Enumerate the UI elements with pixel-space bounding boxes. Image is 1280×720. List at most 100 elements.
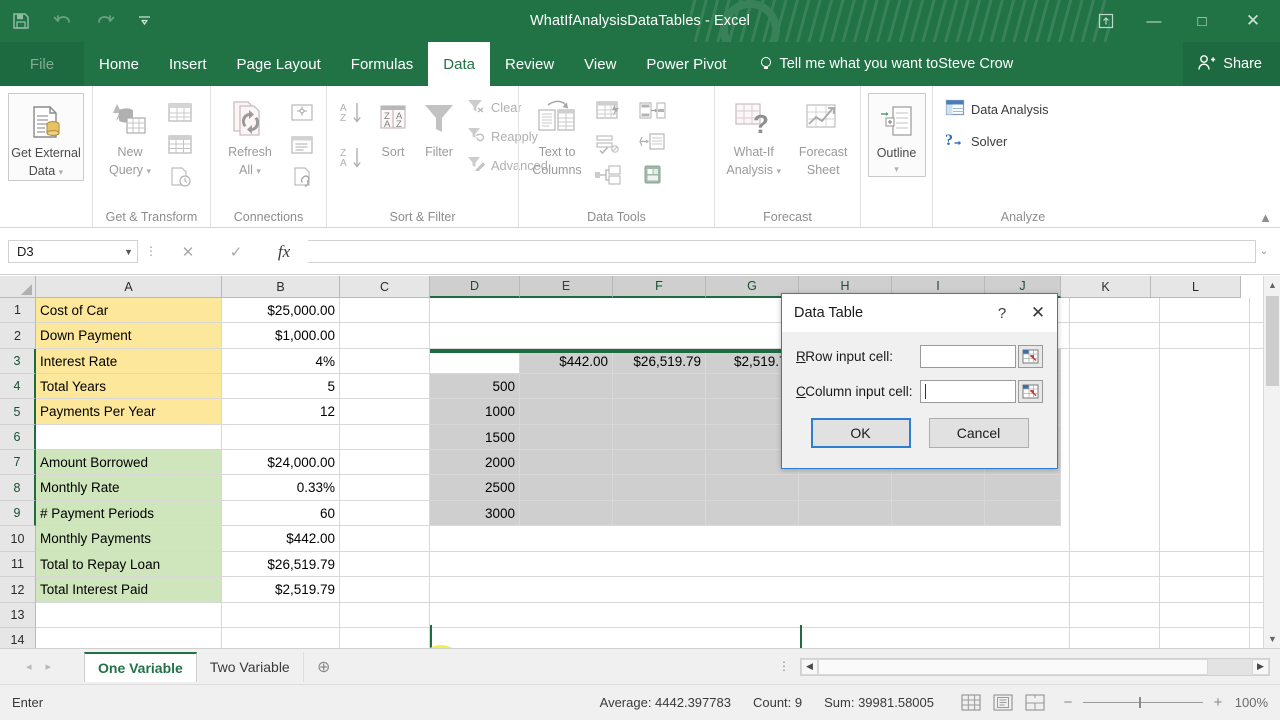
cell-E6[interactable] (520, 425, 613, 450)
cell-F3[interactable]: $26,519.79 (613, 349, 706, 374)
row-header-6[interactable]: 6 (0, 425, 36, 450)
column-header-F[interactable]: F (613, 276, 706, 298)
page-break-view-icon[interactable] (1024, 693, 1046, 713)
tab-view[interactable]: View (569, 42, 631, 86)
cell-A4[interactable]: Total Years (36, 374, 222, 399)
from-table-icon[interactable] (163, 130, 197, 160)
cell-A11[interactable]: Total to Repay Loan (36, 552, 222, 577)
cell-C3[interactable] (340, 349, 430, 374)
cell-F9[interactable] (613, 501, 706, 526)
cell-D3[interactable] (430, 349, 520, 374)
cell-A13[interactable] (36, 603, 222, 628)
ok-button[interactable]: OK (810, 418, 911, 448)
connections-icon[interactable] (285, 98, 319, 128)
ribbon-display-options-icon[interactable] (1082, 0, 1130, 42)
tab-power-pivot[interactable]: Power Pivot (631, 42, 741, 86)
cell-B13[interactable] (222, 603, 340, 628)
cell-C14[interactable] (340, 628, 430, 648)
cell-C8[interactable] (340, 475, 430, 501)
row-header-1[interactable]: 1 (0, 298, 36, 323)
cell-B11[interactable]: $26,519.79 (222, 552, 340, 577)
share-button[interactable]: Share (1183, 42, 1280, 86)
cell-C11[interactable] (340, 552, 430, 577)
tab-insert[interactable]: Insert (154, 42, 222, 86)
show-queries-icon[interactable] (163, 98, 197, 128)
properties-icon[interactable] (285, 130, 319, 160)
cell-F4[interactable] (613, 374, 706, 399)
zoom-out-button[interactable]: − (1062, 694, 1074, 711)
cell-A2[interactable]: Down Payment (36, 323, 222, 349)
cell-A14[interactable] (36, 628, 222, 648)
redo-icon[interactable] (84, 0, 126, 42)
sheet-tab-split-handle[interactable]: ⋮ (778, 660, 800, 673)
column-header-L[interactable]: L (1151, 276, 1241, 298)
row-header-7[interactable]: 7 (0, 450, 36, 475)
cell-F8[interactable] (613, 475, 706, 501)
account-name[interactable]: Steve Crow (938, 42, 1021, 86)
new-query-button[interactable]: New Query ▾ (99, 93, 161, 177)
row-header-12[interactable]: 12 (0, 577, 36, 603)
cell-F6[interactable] (613, 425, 706, 450)
data-analysis-button[interactable]: Data Analysis (945, 99, 1049, 119)
refresh-all-button[interactable]: Refresh All ▾ (217, 93, 283, 177)
cell-B6[interactable] (222, 425, 340, 450)
confirm-entry-icon[interactable]: ✓ (212, 240, 260, 264)
cell-B14[interactable] (222, 628, 340, 648)
cell-B12[interactable]: $2,519.79 (222, 577, 340, 603)
name-box[interactable]: D3 ▼ (8, 240, 138, 263)
cell-D8[interactable]: 2500 (430, 475, 520, 501)
vertical-scroll-thumb[interactable] (1266, 296, 1279, 386)
manage-data-model-icon[interactable] (635, 160, 669, 190)
cell-H8[interactable] (799, 475, 892, 501)
what-if-analysis-button[interactable]: ? What-If Analysis ▾ (721, 93, 786, 177)
cell-A1[interactable]: Cost of Car (36, 298, 222, 323)
tab-home[interactable]: Home (84, 42, 154, 86)
customize-qat-icon[interactable] (126, 0, 162, 42)
cell-A5[interactable]: Payments Per Year (36, 399, 222, 425)
zoom-slider[interactable] (1083, 697, 1203, 708)
column-input-cell-field[interactable] (920, 379, 1016, 403)
row-header-10[interactable]: 10 (0, 526, 36, 552)
tab-formulas[interactable]: Formulas (336, 42, 429, 86)
zoom-in-button[interactable]: + (1212, 694, 1224, 711)
column-header-D[interactable]: D (430, 276, 520, 298)
relationships-icon[interactable] (591, 160, 625, 190)
cell-G8[interactable] (706, 475, 799, 501)
data-validation-icon[interactable] (635, 96, 669, 126)
filter-button[interactable]: Filter (417, 93, 461, 159)
expand-formula-bar-icon[interactable]: ⌄ (1256, 246, 1272, 257)
dialog-close-icon[interactable]: ✕ (1019, 303, 1057, 323)
sheet-tab-one-variable[interactable]: One Variable (84, 651, 197, 682)
hscroll-left-icon[interactable]: ◀ (801, 658, 818, 675)
cell-A3[interactable]: Interest Rate (36, 349, 222, 374)
sheet-prev-icon[interactable]: ◂ (26, 660, 32, 673)
sort-a-to-z-icon[interactable]: AZ (333, 101, 369, 130)
tab-file[interactable]: File (0, 42, 84, 86)
cell-F5[interactable] (613, 399, 706, 425)
zoom-slider-thumb[interactable] (1139, 697, 1141, 708)
scroll-down-icon[interactable]: ▼ (1264, 630, 1280, 648)
remove-duplicates-icon[interactable] (591, 128, 625, 158)
cell-E5[interactable] (520, 399, 613, 425)
hscroll-right-icon[interactable]: ▶ (1252, 658, 1269, 675)
cell-B4[interactable]: 5 (222, 374, 340, 399)
get-external-data-button[interactable]: Get External Data ▾ (8, 93, 84, 181)
cell-C2[interactable] (340, 323, 430, 349)
cell-C7[interactable] (340, 450, 430, 475)
tab-review[interactable]: Review (490, 42, 569, 86)
row-input-cell-field[interactable] (920, 344, 1016, 368)
cell-D7[interactable]: 2000 (430, 450, 520, 475)
solver-button[interactable]: ? Solver (945, 131, 1049, 151)
cell-A7[interactable]: Amount Borrowed (36, 450, 222, 475)
cell-C1[interactable] (340, 298, 430, 323)
select-all-corner[interactable] (0, 276, 36, 298)
name-box-chevron-down-icon[interactable]: ▼ (124, 247, 133, 257)
row-header-13[interactable]: 13 (0, 603, 36, 628)
cell-B5[interactable]: 12 (222, 399, 340, 425)
cancel-button[interactable]: Cancel (928, 418, 1029, 448)
cell-C12[interactable] (340, 577, 430, 603)
zoom-level[interactable]: 100% (1232, 695, 1280, 710)
cell-J9[interactable] (985, 501, 1061, 526)
flash-fill-icon[interactable] (591, 96, 625, 126)
cell-A12[interactable]: Total Interest Paid (36, 577, 222, 603)
